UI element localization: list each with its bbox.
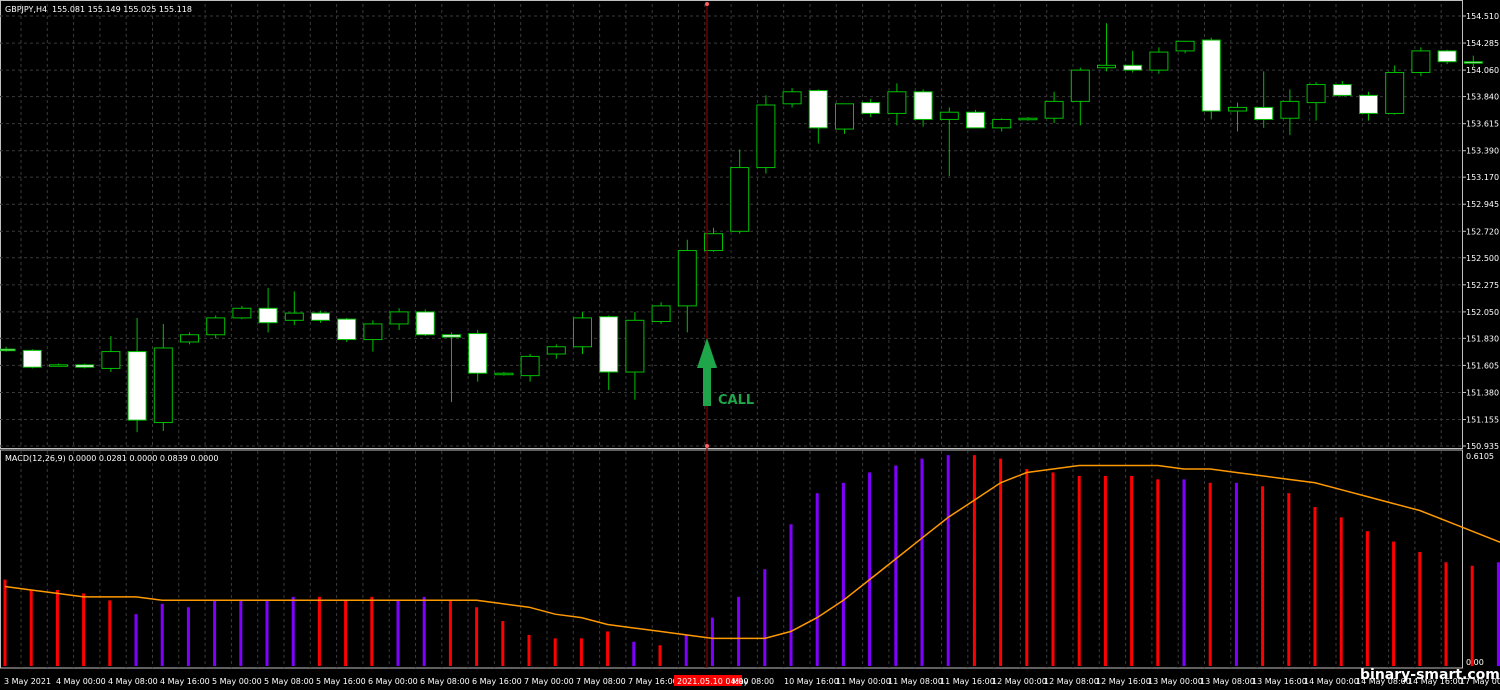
chart-overlay: GBPJPY,H4 155.081 155.149 155.025 155.11… — [5, 5, 1500, 683]
macd-header: MACD(12,26,9) 0.0000 0.0281 0.0000 0.083… — [5, 454, 218, 463]
call-signal-label: CALL — [718, 393, 754, 408]
ohlc-readout: 155.081 155.149 155.025 155.118 — [52, 5, 192, 14]
chart-window[interactable]: 154.510 154.285 154.060 153.840 153.615 153.3… — [0, 0, 1500, 690]
symbol-label: GBPJPY,H4 — [5, 5, 47, 14]
watermark: binary-smart.com — [1360, 667, 1500, 683]
